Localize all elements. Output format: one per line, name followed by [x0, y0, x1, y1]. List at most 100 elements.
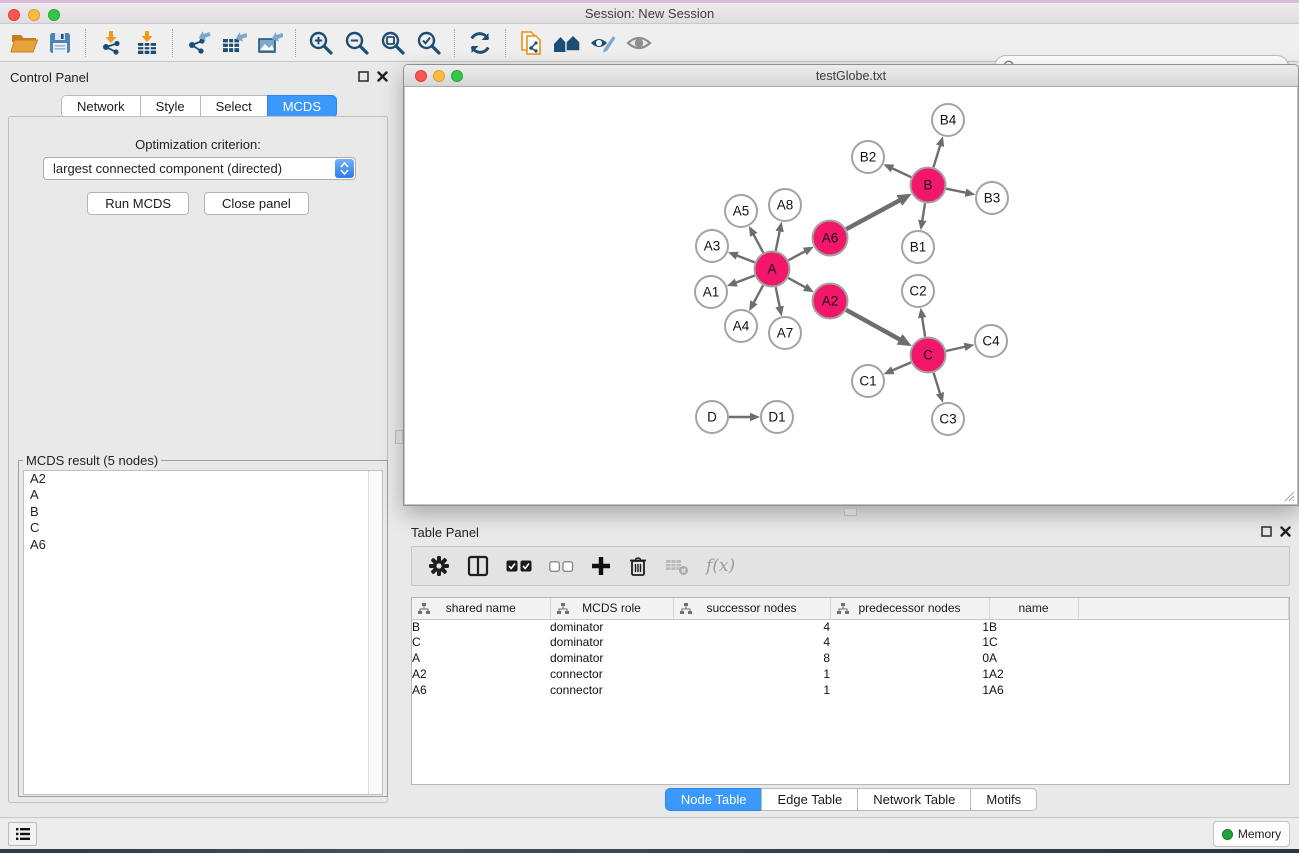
column-header[interactable]: name	[989, 598, 1078, 619]
close-panel-icon[interactable]	[1280, 526, 1291, 537]
graph-edge-A-A1[interactable]	[735, 276, 754, 283]
table-cell[interactable]: dominator	[550, 635, 673, 651]
list-item[interactable]: C	[24, 520, 382, 536]
graph-node-A[interactable]: A	[755, 252, 790, 287]
table-cell[interactable]: dominator	[550, 651, 673, 667]
graph-node-C1[interactable]: C1	[852, 365, 884, 397]
table-cell[interactable]: C	[989, 635, 1078, 651]
table-cell[interactable]: B	[989, 619, 1078, 635]
zoom-fit-button[interactable]	[375, 27, 411, 59]
hide-details-button[interactable]	[621, 27, 657, 59]
graph-edge-A-A6[interactable]	[788, 251, 805, 260]
memory-button[interactable]: Memory	[1213, 821, 1290, 847]
table-cell[interactable]: A2	[412, 667, 550, 683]
column-header[interactable]: predecessor nodes	[830, 598, 989, 619]
clone-network-button[interactable]	[513, 27, 549, 59]
graph-edge-B-B2[interactable]	[892, 168, 912, 177]
graph-node-A1[interactable]: A1	[695, 276, 727, 308]
export-table-button[interactable]	[216, 27, 252, 59]
graph-edge-A-A5[interactable]	[753, 234, 763, 253]
export-image-button[interactable]	[252, 27, 288, 59]
column-header[interactable]: MCDS role	[550, 598, 673, 619]
graph-node-A8[interactable]: A8	[769, 189, 801, 221]
graph-node-B4[interactable]: B4	[932, 104, 964, 136]
graph-node-C[interactable]: C	[911, 338, 946, 373]
table-row[interactable]: Adominator80A	[412, 651, 1289, 667]
tab-edge-table[interactable]: Edge Table	[761, 788, 858, 811]
table-cell[interactable]: 1	[830, 667, 989, 683]
tab-network-table[interactable]: Network Table	[857, 788, 971, 811]
graph-node-B[interactable]: B	[911, 168, 946, 203]
zoom-selected-button[interactable]	[411, 27, 447, 59]
tab-mcds[interactable]: MCDS	[267, 95, 337, 118]
list-item[interactable]: A2	[24, 471, 382, 487]
graph-edge-A2-C[interactable]	[846, 310, 900, 340]
criterion-dropdown[interactable]: largest connected component (directed)	[43, 157, 356, 180]
graph-node-B1[interactable]: B1	[902, 231, 934, 263]
table-cell[interactable]: 4	[673, 619, 830, 635]
column-header[interactable]: successor nodes	[673, 598, 830, 619]
import-table-button[interactable]	[129, 27, 165, 59]
graph-node-A4[interactable]: A4	[725, 310, 757, 342]
table-cell[interactable]: dominator	[550, 619, 673, 635]
graph-edge-A-A3[interactable]	[736, 255, 754, 262]
graph-node-B3[interactable]: B3	[976, 182, 1008, 214]
table-row[interactable]: Cdominator41C	[412, 635, 1289, 651]
export-network-button[interactable]	[180, 27, 216, 59]
deselect-all-button[interactable]	[549, 561, 574, 572]
import-network-button[interactable]	[93, 27, 129, 59]
table-row[interactable]: Bdominator41B	[412, 619, 1289, 635]
select-all-button[interactable]	[506, 560, 532, 572]
table-cell[interactable]: 1	[830, 635, 989, 651]
graph-edge-C-C1[interactable]	[892, 362, 911, 370]
resize-grip-icon[interactable]	[1284, 491, 1295, 502]
column-header[interactable]: shared name	[412, 598, 550, 619]
horizontal-split-handle[interactable]	[844, 508, 857, 516]
table-cell[interactable]: C	[412, 635, 550, 651]
graph-edge-A6-B[interactable]	[846, 200, 900, 229]
table-cell[interactable]: 1	[673, 667, 830, 683]
run-mcds-button[interactable]: Run MCDS	[87, 192, 189, 215]
first-neighbors-button[interactable]	[549, 27, 585, 59]
zoom-out-button[interactable]	[339, 27, 375, 59]
list-item[interactable]: A6	[24, 537, 382, 553]
table-cell[interactable]: 1	[830, 683, 989, 699]
function-builder-button[interactable]: f(x)	[706, 556, 735, 576]
graph-edge-B-B1[interactable]	[922, 203, 925, 221]
graph-edge-C-C3[interactable]	[934, 373, 941, 395]
graph-node-A2[interactable]: A2	[813, 284, 848, 319]
graph-node-C4[interactable]: C4	[975, 325, 1007, 357]
table-cell[interactable]: 4	[673, 635, 830, 651]
graph-edge-B-B4[interactable]	[933, 145, 940, 167]
graph-node-D[interactable]: D	[696, 401, 728, 433]
create-column-button[interactable]	[591, 556, 611, 576]
tab-style[interactable]: Style	[140, 95, 201, 118]
graph-edge-A-A8[interactable]	[776, 230, 780, 250]
graph-edge-B-B3[interactable]	[946, 189, 966, 193]
graph-edge-A-A7[interactable]	[776, 287, 780, 307]
table-settings-button[interactable]	[428, 555, 450, 577]
list-item[interactable]: A	[24, 487, 382, 503]
show-hide-graphics-button[interactable]	[585, 27, 621, 59]
table-cell[interactable]: connector	[550, 667, 673, 683]
table-row[interactable]: A2connector11A2	[412, 667, 1289, 683]
graph-edge-A-A2[interactable]	[788, 278, 806, 288]
mcds-result-list[interactable]: A2ABCA6	[23, 470, 383, 795]
graph-node-C2[interactable]: C2	[902, 275, 934, 307]
table-cell[interactable]: 1	[830, 619, 989, 635]
float-panel-icon[interactable]	[358, 71, 369, 82]
list-item[interactable]: B	[24, 504, 382, 520]
close-panel-icon[interactable]	[377, 71, 388, 82]
open-session-button[interactable]	[6, 27, 42, 59]
table-cell[interactable]: 1	[673, 683, 830, 699]
table-cell[interactable]: connector	[550, 683, 673, 699]
graph-node-C3[interactable]: C3	[932, 403, 964, 435]
close-panel-button[interactable]: Close panel	[204, 192, 309, 215]
table-cell[interactable]: A6	[412, 683, 550, 699]
graph-edge-C-C2[interactable]	[922, 317, 925, 337]
graph-node-A7[interactable]: A7	[769, 317, 801, 349]
save-session-button[interactable]	[42, 27, 78, 59]
graph-node-D1[interactable]: D1	[761, 401, 793, 433]
show-panels-button[interactable]	[8, 822, 37, 846]
refresh-button[interactable]	[462, 27, 498, 59]
